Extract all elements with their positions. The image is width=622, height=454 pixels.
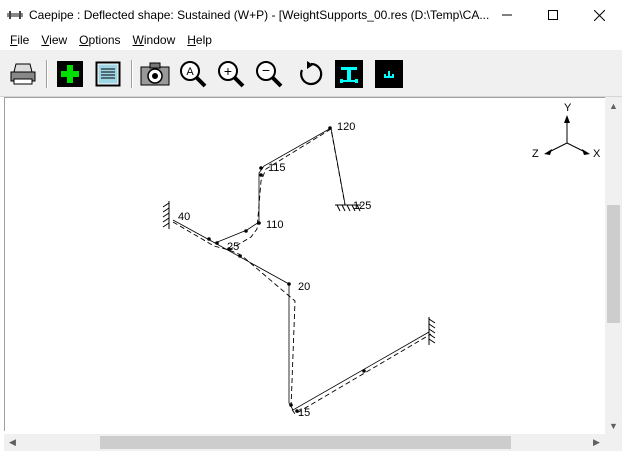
- menu-options[interactable]: Options: [73, 33, 126, 47]
- node-label-15: 15: [298, 407, 310, 419]
- graphics-canvas[interactable]: 120 115 125 40 110 25 20 15 Y Z X: [4, 97, 605, 431]
- menu-file[interactable]: File: [0, 33, 35, 47]
- deflected-piping: [172, 128, 432, 415]
- node-dot: [244, 229, 248, 233]
- green-plus-icon: [57, 61, 83, 87]
- app-pipe-icon: [7, 11, 23, 19]
- svg-text:+: +: [224, 63, 232, 79]
- node-label-125: 125: [353, 200, 371, 212]
- zoom-in-icon: +: [218, 61, 245, 88]
- menu-bar: File View Options Window Help: [0, 30, 622, 50]
- anchor-right-symbol: [428, 317, 436, 345]
- window-title: Caepipe : Deflected shape: Sustained (W+…: [29, 8, 490, 22]
- camera-icon: [140, 62, 170, 86]
- document-list-icon: [95, 61, 121, 87]
- node-dot: [328, 126, 332, 130]
- svg-text:−: −: [262, 62, 270, 78]
- node-labels: 120 115 125 40 110 25 20 15: [178, 121, 371, 419]
- scroll-left-arrow-icon[interactable]: ◀: [4, 434, 21, 451]
- node-dot: [289, 403, 293, 407]
- zoom-in-button[interactable]: +: [216, 59, 246, 89]
- support-t-icon: [335, 60, 363, 88]
- node-dot: [259, 173, 263, 177]
- axis-label-x: X: [593, 148, 601, 160]
- node-dot: [207, 237, 211, 241]
- support-view-button[interactable]: [334, 59, 364, 89]
- original-piping: [172, 127, 430, 411]
- svg-text:A: A: [186, 66, 194, 78]
- rotate-button[interactable]: [296, 59, 326, 89]
- node-dot: [259, 166, 263, 170]
- rotate-icon: [300, 61, 323, 86]
- magnifier-auto-icon: A: [180, 61, 207, 88]
- title-bar: Caepipe : Deflected shape: Sustained (W+…: [0, 0, 622, 30]
- zoom-out-button[interactable]: −: [254, 59, 284, 89]
- camera-button[interactable]: [140, 59, 170, 89]
- toolbar-separator: [131, 60, 133, 88]
- print-button[interactable]: [8, 59, 38, 89]
- toolbar: A + −: [0, 50, 622, 97]
- list-button[interactable]: [93, 59, 123, 89]
- node-dot: [257, 221, 261, 225]
- menu-help[interactable]: Help: [181, 33, 218, 47]
- minimize-icon: [502, 14, 512, 16]
- node-dot: [238, 254, 242, 258]
- new-button[interactable]: [55, 59, 85, 89]
- node-label-110: 110: [266, 219, 284, 231]
- vertical-scrollbar[interactable]: ▲ ▼: [605, 97, 622, 434]
- node-markers: [207, 126, 366, 413]
- zoom-out-icon: −: [256, 61, 283, 88]
- zoom-auto-button[interactable]: A: [178, 59, 208, 89]
- close-button[interactable]: [576, 0, 622, 30]
- menu-view[interactable]: View: [35, 33, 73, 47]
- anchor-40-symbol: [162, 201, 170, 229]
- support-small-icon: [375, 60, 403, 88]
- axis-triad: Y Z X: [532, 102, 601, 160]
- deflected-shape-plot: 120 115 125 40 110 25 20 15 Y Z X: [162, 102, 601, 419]
- node-dot: [215, 241, 219, 245]
- node-dot: [362, 369, 366, 373]
- support-small-button[interactable]: [374, 59, 404, 89]
- node-label-120: 120: [337, 121, 355, 133]
- scroll-down-arrow-icon[interactable]: ▼: [605, 417, 622, 434]
- node-label-25: 25: [227, 241, 239, 253]
- toolbar-separator: [46, 60, 48, 88]
- close-icon: [593, 9, 605, 21]
- node-label-20: 20: [298, 281, 310, 293]
- scrollbar-corner: [605, 434, 622, 451]
- maximize-icon: [548, 10, 558, 20]
- maximize-button[interactable]: [530, 0, 576, 30]
- node-label-40: 40: [178, 211, 190, 223]
- scroll-right-arrow-icon[interactable]: ▶: [588, 434, 605, 451]
- node-dot: [287, 282, 291, 286]
- axis-label-y: Y: [564, 102, 572, 114]
- vertical-scroll-thumb[interactable]: [607, 205, 620, 323]
- horizontal-scrollbar[interactable]: ◀ ▶: [4, 434, 605, 451]
- horizontal-scroll-thumb[interactable]: [100, 436, 511, 449]
- axis-label-z: Z: [532, 148, 539, 160]
- minimize-button[interactable]: [484, 0, 530, 30]
- printer-icon: [10, 63, 36, 85]
- scroll-up-arrow-icon[interactable]: ▲: [605, 97, 622, 114]
- node-label-115: 115: [268, 162, 286, 174]
- menu-window[interactable]: Window: [127, 33, 182, 47]
